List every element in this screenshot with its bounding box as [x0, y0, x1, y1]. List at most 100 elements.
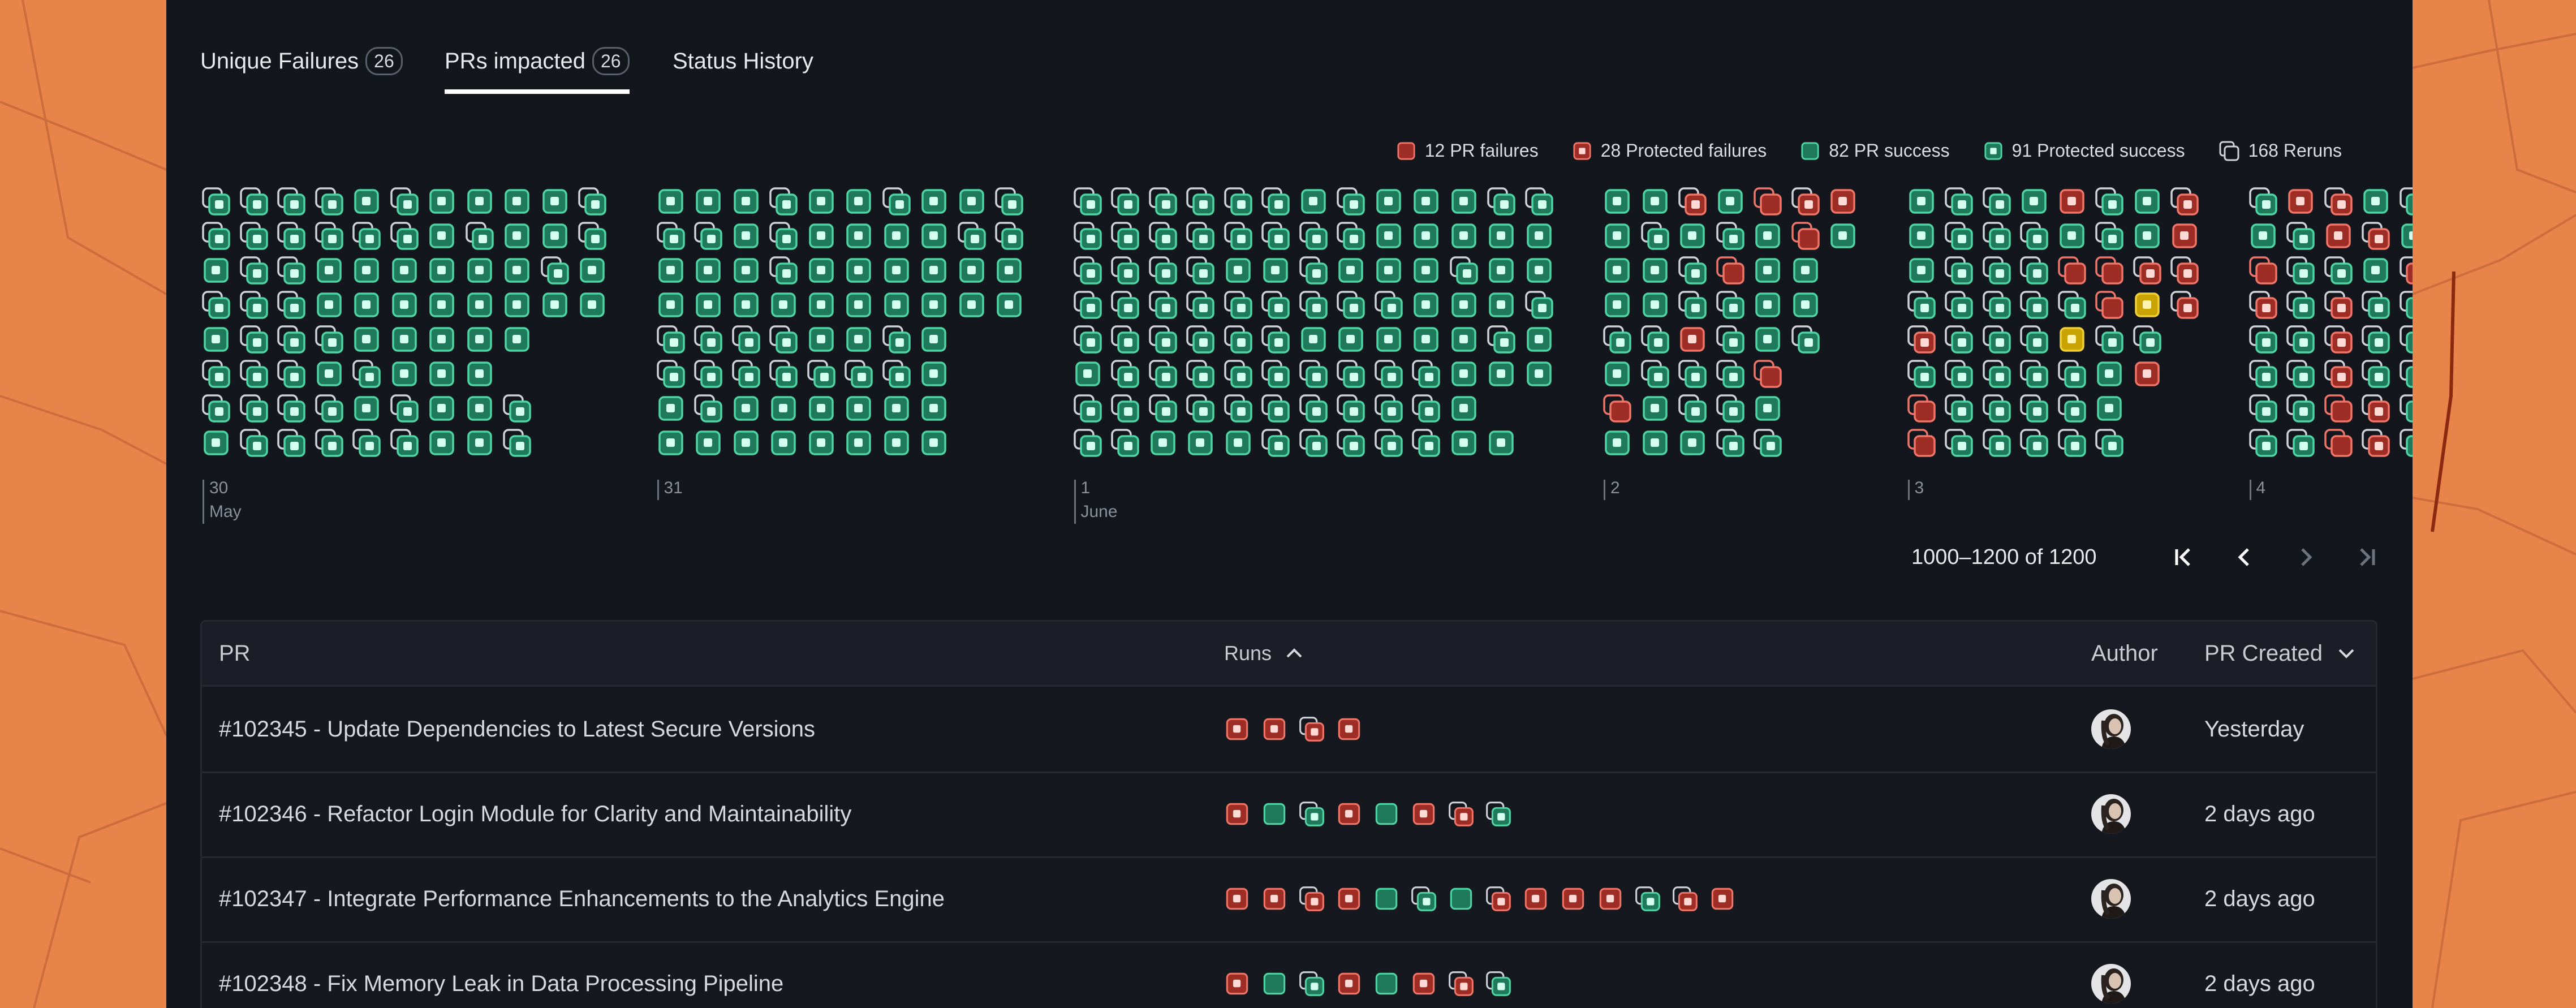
status-cell[interactable] [315, 325, 344, 354]
status-cell[interactable] [1753, 221, 1782, 251]
last-page-button[interactable] [2353, 543, 2381, 571]
status-cell[interactable] [1449, 359, 1479, 389]
status-cell[interactable] [2324, 187, 2353, 216]
status-cell[interactable] [1336, 256, 1365, 285]
status-cell[interactable] [1907, 359, 1936, 389]
status-cell[interactable] [2248, 428, 2278, 458]
status-cell[interactable] [2170, 221, 2199, 251]
status-cell[interactable] [2095, 290, 2124, 320]
status-cell[interactable] [1603, 290, 1632, 320]
status-cell[interactable] [1110, 221, 1140, 251]
status-cell[interactable] [1907, 221, 1936, 251]
status-cell[interactable] [2286, 187, 2315, 216]
status-cell[interactable] [1411, 359, 1441, 389]
status-cell[interactable] [882, 325, 911, 354]
status-cell[interactable] [693, 325, 723, 354]
status-cell[interactable] [882, 428, 911, 458]
status-cell[interactable] [844, 325, 873, 354]
status-cell[interactable] [502, 221, 532, 251]
tab-status-history[interactable]: Status History [673, 33, 813, 89]
status-cell[interactable] [1299, 359, 1328, 389]
status-cell[interactable] [1073, 290, 1102, 320]
table-row[interactable]: #102348 - Fix Memory Leak in Data Proces… [202, 941, 2376, 1008]
status-cell[interactable] [1678, 256, 1707, 285]
status-cell[interactable] [1640, 394, 1670, 423]
status-cell[interactable] [1110, 325, 1140, 354]
status-cell[interactable] [352, 325, 381, 354]
status-cell[interactable] [731, 290, 761, 320]
status-cell[interactable] [1186, 359, 1215, 389]
status-cell[interactable] [1982, 325, 2011, 354]
column-header-author[interactable]: Author [2091, 622, 2158, 685]
status-cell[interactable] [1374, 221, 1403, 251]
status-cell[interactable] [465, 428, 494, 458]
status-cell[interactable] [1261, 359, 1290, 389]
run-status-icon[interactable] [1709, 886, 1735, 912]
status-cell[interactable] [2286, 428, 2315, 458]
status-cell[interactable] [277, 359, 306, 389]
status-cell[interactable] [919, 290, 949, 320]
status-cell[interactable] [2361, 428, 2390, 458]
status-cell[interactable] [239, 221, 269, 251]
status-cell[interactable] [1640, 428, 1670, 458]
status-cell[interactable] [769, 428, 798, 458]
status-cell[interactable] [1073, 359, 1102, 389]
status-cell[interactable] [465, 394, 494, 423]
status-cell[interactable] [315, 428, 344, 458]
status-cell[interactable] [2095, 428, 2124, 458]
status-cell[interactable] [578, 290, 607, 320]
status-cell[interactable] [769, 221, 798, 251]
status-cell[interactable] [1299, 256, 1328, 285]
status-cell[interactable] [844, 221, 873, 251]
status-cell[interactable] [2324, 256, 2353, 285]
status-cell[interactable] [1186, 428, 1215, 458]
status-cell[interactable] [390, 221, 419, 251]
status-cell[interactable] [1261, 325, 1290, 354]
status-cell[interactable] [1336, 428, 1365, 458]
status-cell[interactable] [919, 359, 949, 389]
status-cell[interactable] [1982, 290, 2011, 320]
status-cell[interactable] [1148, 325, 1178, 354]
status-cell[interactable] [656, 428, 686, 458]
run-status-icon[interactable] [1336, 716, 1362, 742]
status-cell[interactable] [2286, 325, 2315, 354]
status-cell[interactable] [2324, 325, 2353, 354]
status-cell[interactable] [2095, 325, 2124, 354]
status-cell[interactable] [2286, 359, 2315, 389]
status-cell[interactable] [2248, 394, 2278, 423]
status-cell[interactable] [2324, 394, 2353, 423]
run-status-icon[interactable] [1411, 886, 1437, 912]
status-cell[interactable] [1982, 428, 2011, 458]
status-cell[interactable] [1524, 325, 1554, 354]
status-cell[interactable] [1374, 187, 1403, 216]
status-cell[interactable] [844, 428, 873, 458]
status-cell[interactable] [844, 290, 873, 320]
status-cell[interactable] [352, 394, 381, 423]
status-cell[interactable] [1299, 221, 1328, 251]
status-cell[interactable] [1716, 256, 1745, 285]
status-cell[interactable] [656, 256, 686, 285]
status-cell[interactable] [1603, 428, 1632, 458]
status-cell[interactable] [2057, 394, 2087, 423]
status-cell[interactable] [427, 359, 456, 389]
status-cell[interactable] [1487, 359, 1516, 389]
status-cell[interactable] [2019, 359, 2049, 389]
status-cell[interactable] [465, 256, 494, 285]
tab-prs-impacted[interactable]: PRs impacted 26 [445, 33, 630, 94]
status-cell[interactable] [1073, 394, 1102, 423]
status-cell[interactable] [2095, 187, 2124, 216]
status-cell[interactable] [769, 325, 798, 354]
status-cell[interactable] [277, 221, 306, 251]
status-cell[interactable] [1148, 359, 1178, 389]
status-cell[interactable] [201, 187, 231, 216]
status-cell[interactable] [882, 394, 911, 423]
status-cell[interactable] [2170, 187, 2199, 216]
status-cell[interactable] [2361, 290, 2390, 320]
status-cell[interactable] [2095, 256, 2124, 285]
status-cell[interactable] [2170, 256, 2199, 285]
status-cell[interactable] [201, 359, 231, 389]
run-status-icon[interactable] [1672, 886, 1698, 912]
status-cell[interactable] [2133, 359, 2162, 389]
run-status-icon[interactable] [1485, 971, 1511, 997]
table-row[interactable]: #102345 - Update Dependencies to Latest … [202, 687, 2376, 773]
